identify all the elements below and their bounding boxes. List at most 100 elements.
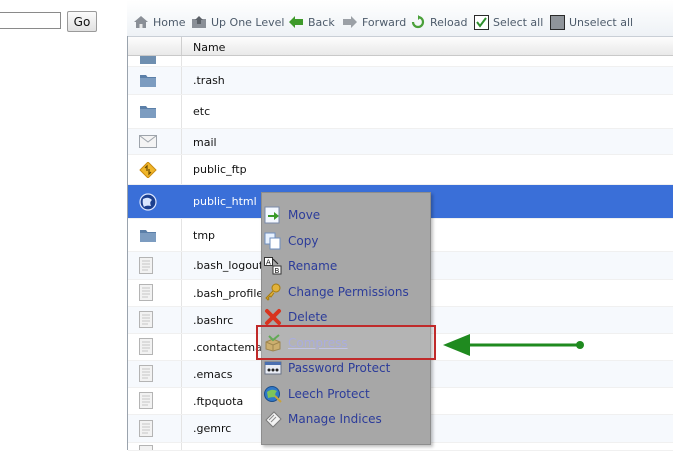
home-label: Home bbox=[153, 16, 185, 29]
toolbar: Home Up One Level Back Forward Reload Se… bbox=[127, 0, 673, 37]
file-name[interactable]: .ftpquota bbox=[193, 395, 243, 408]
file-row[interactable]: .trash bbox=[128, 67, 673, 95]
row-separator bbox=[181, 155, 182, 184]
unselect-all-button[interactable]: Unselect all bbox=[550, 14, 633, 30]
reload-button[interactable]: Reload bbox=[410, 14, 467, 30]
file-name[interactable]: .gemrc bbox=[193, 422, 231, 435]
mail-icon bbox=[139, 135, 157, 148]
file-row[interactable]: public_ftp bbox=[128, 155, 673, 185]
indices-icon bbox=[264, 410, 282, 428]
menu-item-change-permissions[interactable]: Change Permissions bbox=[262, 281, 430, 303]
row-separator bbox=[181, 129, 182, 154]
row-separator bbox=[181, 219, 182, 251]
reload-icon bbox=[410, 15, 426, 29]
row-separator bbox=[181, 415, 182, 442]
document-icon bbox=[139, 392, 153, 409]
file-name[interactable]: .emacs bbox=[193, 368, 233, 381]
file-name[interactable]: mail bbox=[193, 136, 217, 149]
svg-text:A: A bbox=[266, 259, 271, 267]
highlight-box bbox=[256, 325, 436, 360]
forward-label: Forward bbox=[362, 16, 406, 29]
row-separator bbox=[181, 307, 182, 333]
folder-icon bbox=[139, 73, 157, 88]
up-level-icon bbox=[191, 15, 207, 29]
file-row-partial[interactable] bbox=[128, 56, 673, 67]
forward-button[interactable]: Forward bbox=[342, 14, 406, 30]
file-name[interactable]: tmp bbox=[193, 229, 215, 242]
move-icon bbox=[264, 206, 282, 224]
row-separator bbox=[181, 443, 182, 450]
forward-arrow-icon bbox=[342, 15, 358, 29]
menu-item-manage-indices[interactable]: Manage Indices bbox=[262, 408, 430, 430]
document-icon bbox=[139, 338, 153, 355]
copy-icon bbox=[264, 232, 282, 250]
row-separator bbox=[181, 280, 182, 306]
password-icon bbox=[264, 359, 282, 377]
menu-item-label: Move bbox=[288, 208, 320, 222]
menu-item-label: Password Protect bbox=[288, 361, 390, 375]
reload-label: Reload bbox=[430, 16, 467, 29]
unchecked-box-icon bbox=[550, 15, 565, 30]
key-icon bbox=[264, 283, 282, 301]
menu-item-rename[interactable]: A B Rename bbox=[262, 255, 430, 277]
document-icon bbox=[139, 365, 153, 382]
file-name[interactable]: public_ftp bbox=[193, 163, 247, 176]
context-menu: Move Copy A B Rename Change Permissions … bbox=[261, 192, 431, 445]
file-table-header: Name bbox=[128, 37, 673, 56]
menu-item-password-protect[interactable]: Password Protect bbox=[262, 357, 430, 379]
menu-item-label: Manage Indices bbox=[288, 412, 382, 426]
select-all-label: Select all bbox=[493, 16, 543, 29]
name-column-header[interactable]: Name bbox=[193, 41, 225, 54]
column-separator bbox=[181, 37, 182, 55]
rename-icon: A B bbox=[264, 257, 282, 275]
folder-icon bbox=[139, 56, 157, 65]
folder-icon bbox=[139, 104, 157, 119]
back-label: Back bbox=[308, 16, 335, 29]
row-separator bbox=[181, 67, 182, 94]
svg-text:B: B bbox=[275, 267, 280, 275]
row-separator bbox=[181, 56, 182, 66]
file-name[interactable]: .bash_logout bbox=[193, 259, 263, 272]
row-separator bbox=[181, 252, 182, 279]
go-button[interactable]: Go bbox=[67, 11, 97, 32]
up-one-level-button[interactable]: Up One Level bbox=[191, 14, 284, 30]
menu-item-label: Rename bbox=[288, 259, 337, 273]
file-row[interactable]: etc bbox=[128, 95, 673, 129]
row-separator bbox=[181, 388, 182, 414]
back-button[interactable]: Back bbox=[288, 14, 335, 30]
select-all-button[interactable]: Select all bbox=[474, 14, 543, 30]
menu-item-label: Change Permissions bbox=[288, 285, 409, 299]
search-input[interactable] bbox=[0, 12, 61, 29]
home-button[interactable]: Home bbox=[133, 14, 185, 30]
file-name[interactable]: etc bbox=[193, 105, 210, 118]
file-name[interactable]: .bashrc bbox=[193, 314, 233, 327]
row-separator bbox=[181, 361, 182, 387]
file-name[interactable]: .trash bbox=[193, 74, 225, 87]
delete-icon bbox=[264, 308, 282, 326]
checked-box-icon bbox=[474, 15, 489, 30]
home-icon bbox=[133, 15, 149, 29]
document-icon bbox=[139, 445, 153, 451]
menu-item-copy[interactable]: Copy bbox=[262, 230, 430, 252]
unselect-all-label: Unselect all bbox=[569, 16, 633, 29]
annotation-arrow bbox=[440, 330, 590, 360]
file-name[interactable]: .bash_profile bbox=[193, 287, 263, 300]
menu-item-move[interactable]: Move bbox=[262, 204, 430, 226]
web-globe-icon bbox=[139, 193, 157, 211]
row-separator bbox=[181, 334, 182, 360]
file-row[interactable]: mail bbox=[128, 129, 673, 155]
document-icon bbox=[139, 311, 153, 328]
document-icon bbox=[139, 284, 153, 301]
file-name[interactable]: public_html bbox=[193, 195, 257, 208]
row-separator bbox=[181, 95, 182, 128]
document-icon bbox=[139, 420, 153, 437]
back-arrow-icon bbox=[288, 15, 304, 29]
document-icon bbox=[139, 257, 153, 274]
menu-item-label: Delete bbox=[288, 310, 327, 324]
menu-item-label: Copy bbox=[288, 234, 318, 248]
up-one-level-label: Up One Level bbox=[211, 16, 284, 29]
menu-item-label: Leech Protect bbox=[288, 387, 370, 401]
leech-icon bbox=[264, 385, 282, 403]
folder-icon bbox=[139, 228, 157, 243]
menu-item-leech-protect[interactable]: Leech Protect bbox=[262, 383, 430, 405]
